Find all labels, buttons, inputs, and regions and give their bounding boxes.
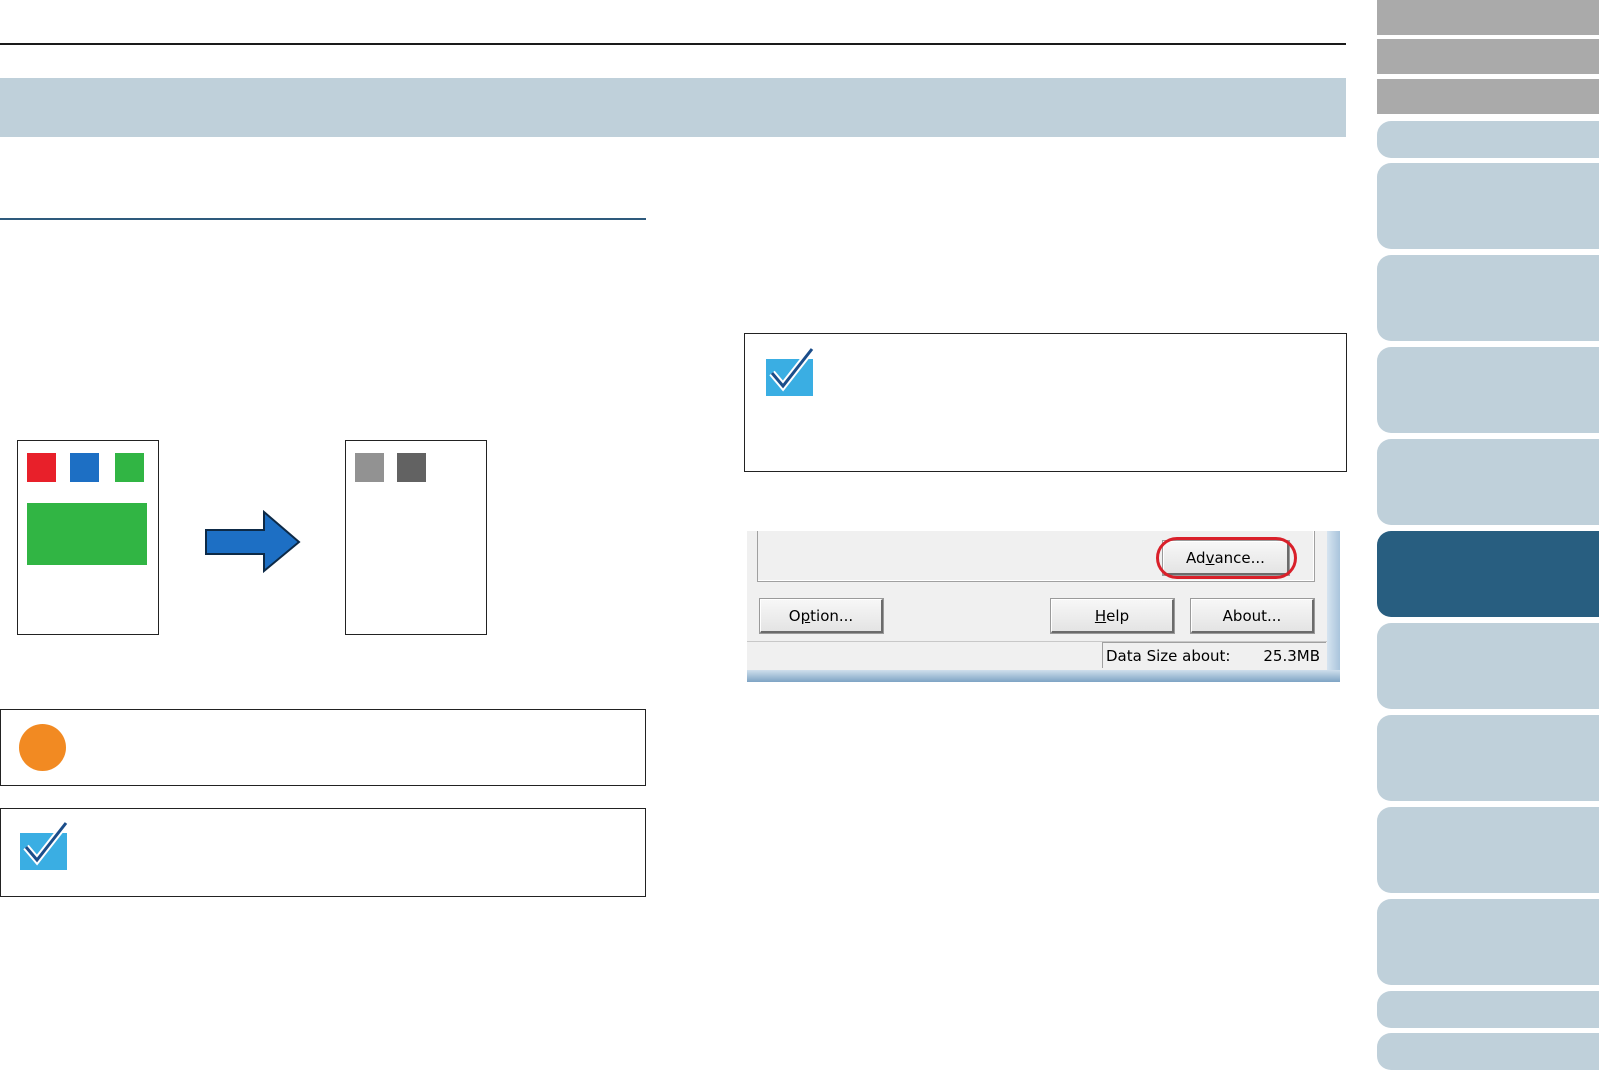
option-button[interactable]: Op tion... [760, 599, 883, 633]
nav-tab-glossary[interactable] [1377, 1033, 1599, 1070]
checkmark-hint-icon [20, 821, 69, 870]
attention-icon [19, 724, 66, 771]
window-frame-right [1327, 531, 1340, 682]
red-square [27, 453, 56, 482]
nav-tab-chapter-4[interactable] [1377, 439, 1599, 525]
result-document-page [345, 440, 487, 635]
dark-gray-square [397, 453, 426, 482]
green-square [115, 453, 144, 482]
help-button[interactable]: Help [1051, 599, 1174, 633]
hint-callout-right [744, 333, 1347, 472]
nav-tab-top-3[interactable] [1377, 79, 1599, 114]
data-size-value: 25.3MB [1263, 646, 1320, 665]
section-heading-rule [0, 218, 646, 220]
nav-tab-chapter-2[interactable] [1377, 255, 1599, 341]
light-gray-square [355, 453, 384, 482]
nav-tab-chapter-3[interactable] [1377, 347, 1599, 433]
nav-tab-chapter-9[interactable] [1377, 899, 1599, 985]
green-block [27, 503, 147, 565]
source-document-page [17, 440, 159, 635]
nav-tab-chapter-6[interactable] [1377, 623, 1599, 709]
data-size-label: Data Size about: [1106, 646, 1231, 665]
right-arrow-icon [205, 510, 301, 574]
attention-callout [0, 709, 646, 786]
about-button[interactable]: About... [1191, 599, 1314, 633]
nav-tab-top-1[interactable] [1377, 0, 1599, 35]
blue-square [70, 453, 99, 482]
status-bar-data-size-pane: Data Size about: 25.3MB [1102, 642, 1326, 668]
nav-tab-chapter-7[interactable] [1377, 715, 1599, 801]
header-rule [0, 43, 1346, 45]
nav-tab-intro[interactable] [1377, 121, 1599, 158]
scanner-dialog-screenshot: Ad v ance... Op tion... Help About... Data … [747, 531, 1340, 682]
nav-tab-chapter-5-active[interactable] [1377, 531, 1599, 617]
nav-tab-appendix[interactable] [1377, 991, 1599, 1028]
hint-callout-left [0, 808, 646, 897]
checkmark-hint-icon [766, 347, 815, 396]
nav-tab-chapter-1[interactable] [1377, 163, 1599, 249]
page-title-band [0, 78, 1346, 137]
nav-tab-top-2[interactable] [1377, 39, 1599, 74]
window-frame-bottom [747, 670, 1340, 682]
nav-tab-chapter-8[interactable] [1377, 807, 1599, 893]
advance-button-highlight [1156, 537, 1297, 579]
